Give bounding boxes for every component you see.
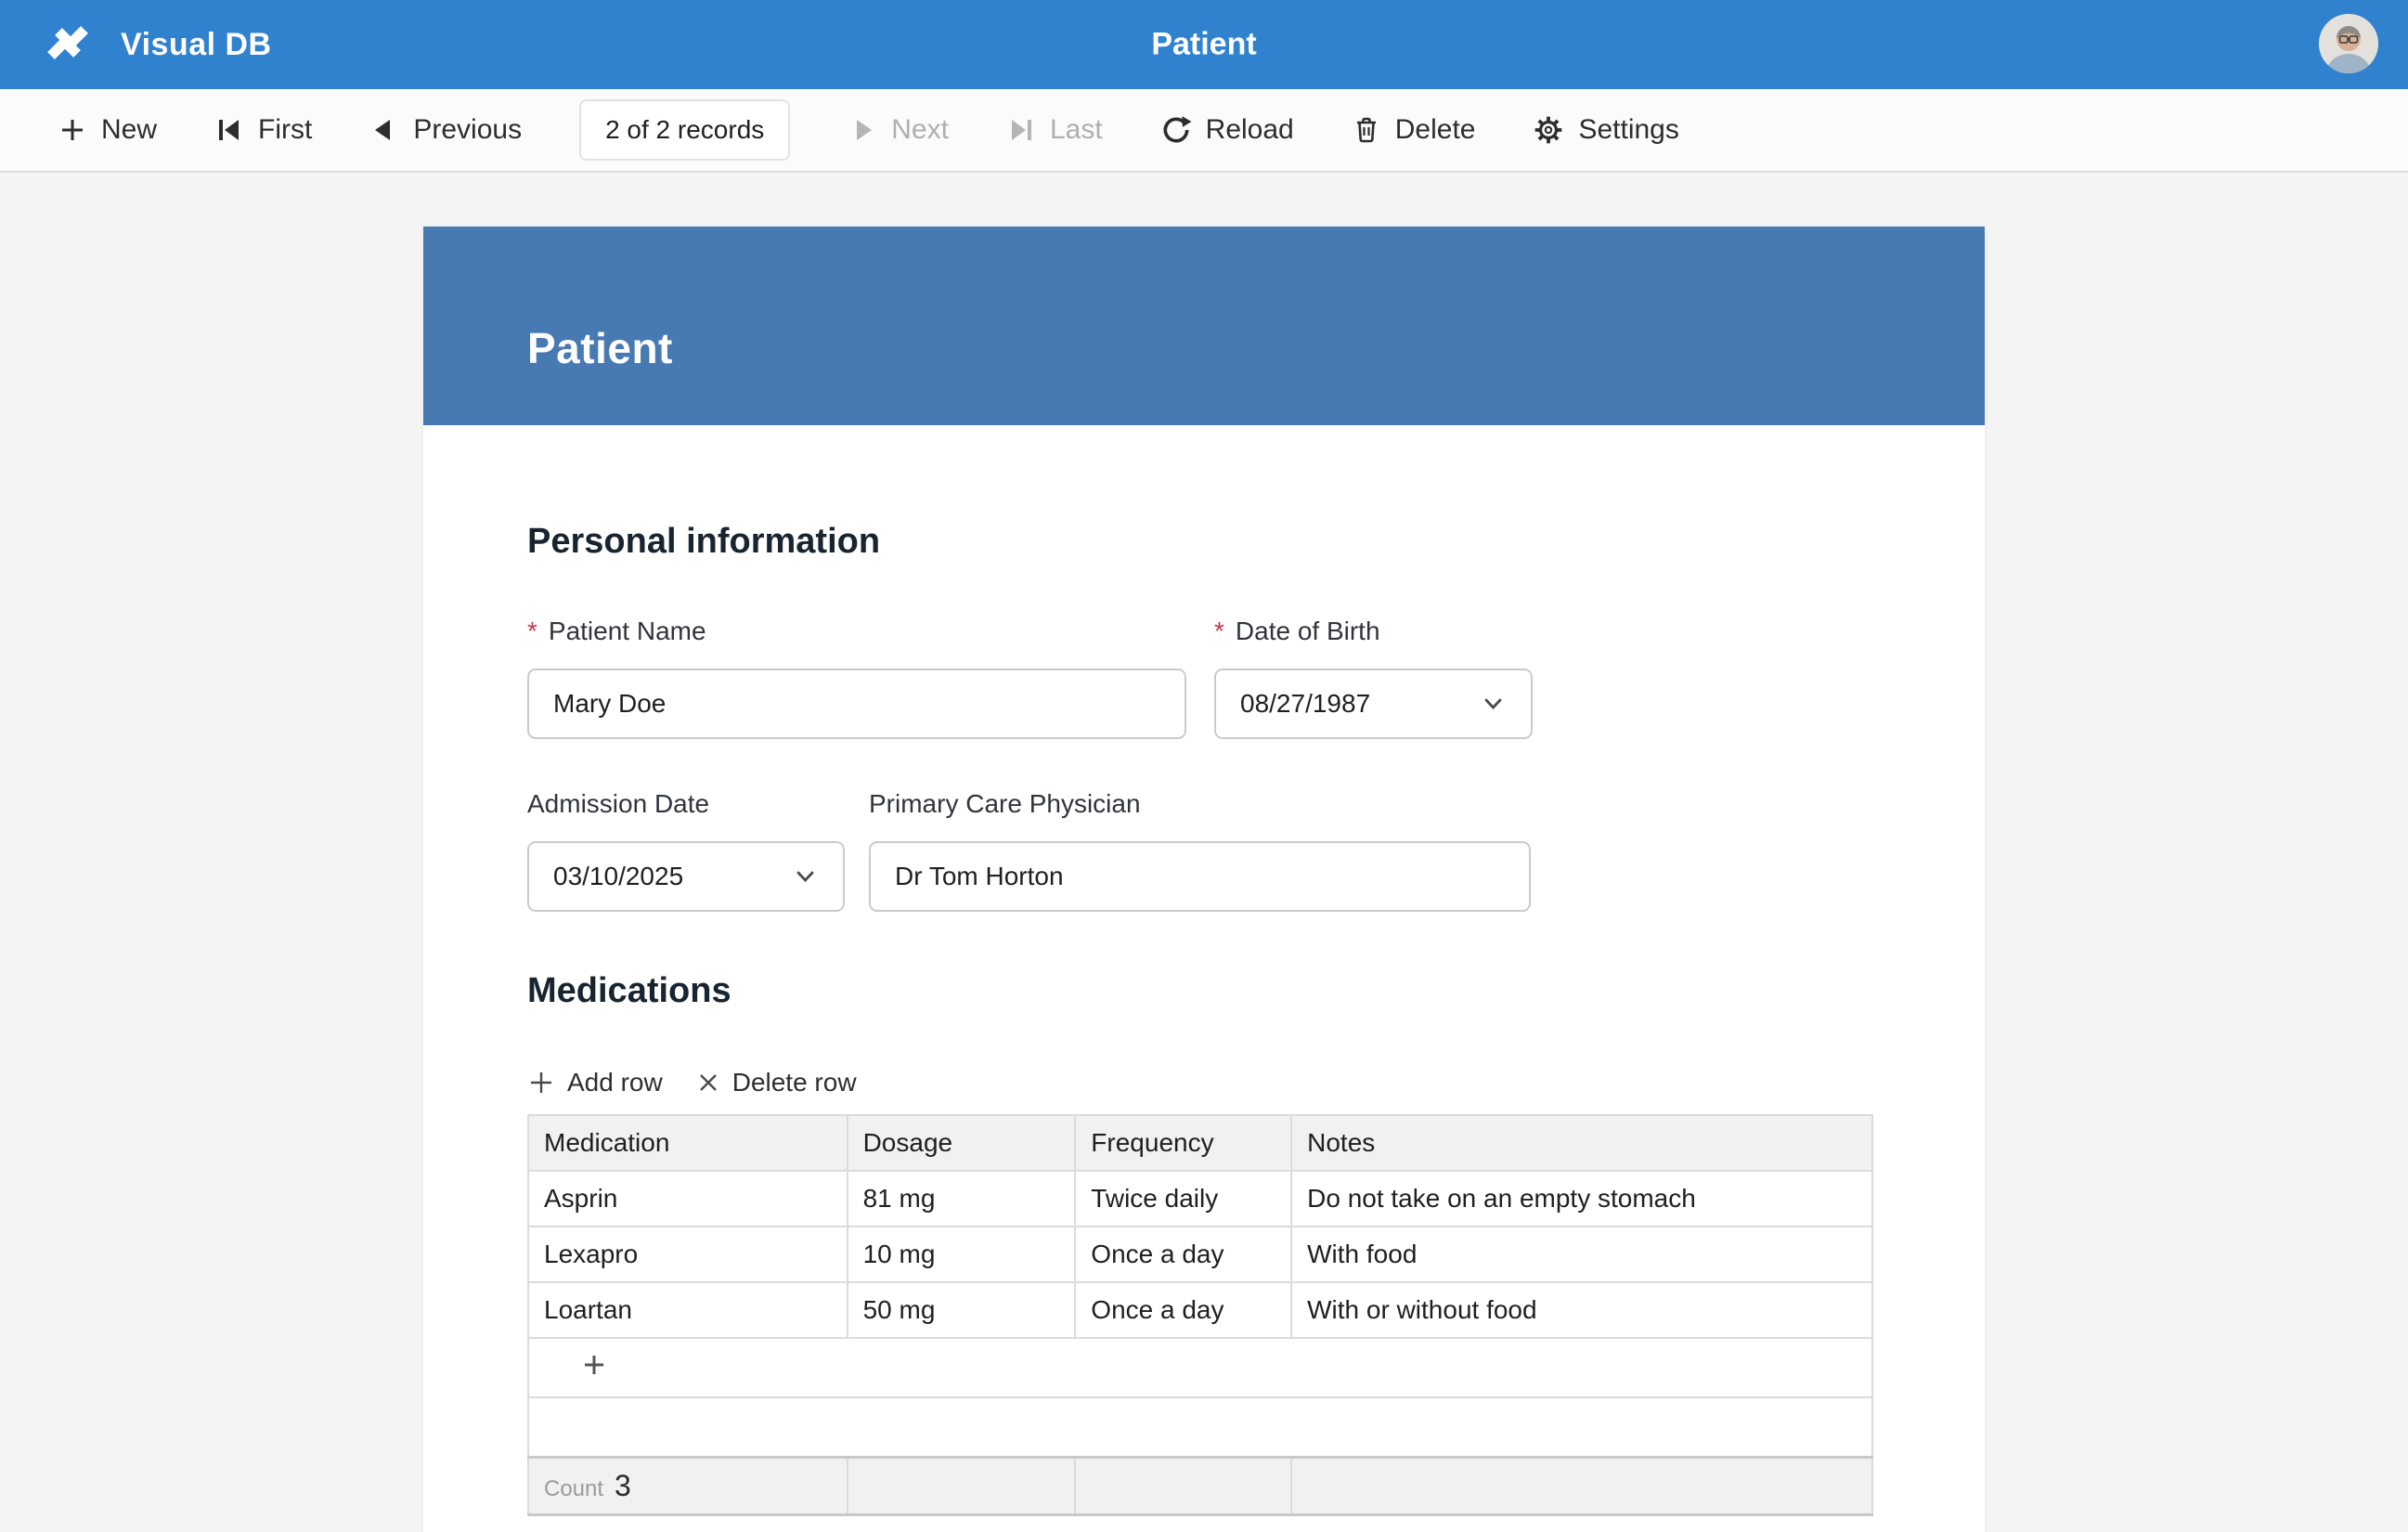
page-title: Patient [1151, 27, 1256, 63]
table-row: Lexapro 10 mg Once a day With food [528, 1227, 1872, 1282]
date-of-birth-label: * Date of Birth [1214, 617, 1533, 646]
chevron-down-icon [791, 863, 819, 890]
reload-icon [1160, 114, 1192, 146]
admission-date-select[interactable]: 03/10/2025 [527, 841, 845, 912]
cell-notes[interactable]: With food [1291, 1227, 1872, 1282]
cell-medication[interactable]: Lexapro [528, 1227, 848, 1282]
form-banner: Patient [423, 227, 1985, 425]
record-position-indicator: 2 of 2 records [579, 99, 790, 161]
cell-frequency[interactable]: Once a day [1075, 1282, 1291, 1338]
app-header: Visual DB Patient [0, 0, 2408, 89]
brand-name: Visual DB [121, 27, 272, 63]
patient-name-field: * Patient Name [527, 617, 1186, 739]
plus-icon [581, 1352, 607, 1378]
admission-date-label: Admission Date [527, 789, 845, 819]
table-summary-row: Count 3 [528, 1457, 1872, 1514]
column-header-notes[interactable]: Notes [1291, 1115, 1872, 1171]
trash-icon [1352, 115, 1381, 145]
personal-information-heading: Personal information [527, 425, 1873, 559]
x-icon [696, 1071, 720, 1095]
cell-notes[interactable]: With or without food [1291, 1282, 1872, 1338]
patient-name-input[interactable] [553, 689, 1160, 719]
column-header-dosage[interactable]: Dosage [848, 1115, 1076, 1171]
add-row-inline [528, 1338, 1872, 1397]
cell-medication[interactable]: Asprin [528, 1171, 848, 1227]
count-cell: Count 3 [528, 1457, 848, 1514]
table-row: Asprin 81 mg Twice daily Do not take on … [528, 1171, 1872, 1227]
new-button[interactable]: New [58, 114, 157, 146]
count-value: 3 [615, 1469, 631, 1502]
required-asterisk: * [1214, 617, 1224, 646]
settings-button[interactable]: Settings [1533, 114, 1678, 146]
first-button[interactable]: First [214, 114, 312, 146]
table-add-row-button[interactable] [581, 1352, 607, 1378]
chevron-down-icon [1479, 690, 1507, 718]
add-row-button[interactable]: Add row [527, 1068, 663, 1097]
patient-form-card: Patient Personal information * Patient N… [423, 227, 1985, 1532]
delete-row-button[interactable]: Delete row [696, 1068, 857, 1097]
cell-dosage[interactable]: 10 mg [848, 1227, 1076, 1282]
physician-field: Primary Care Physician [869, 789, 1531, 912]
visual-db-logo-icon [41, 16, 95, 74]
plus-icon [527, 1069, 555, 1097]
main-content: Patient Personal information * Patient N… [0, 227, 2408, 1532]
physician-input[interactable] [895, 862, 1505, 891]
form-body: Personal information * Patient Name * Da… [423, 425, 1985, 1516]
cell-frequency[interactable]: Once a day [1075, 1227, 1291, 1282]
cell-medication[interactable]: Loartan [528, 1282, 848, 1338]
column-header-frequency[interactable]: Frequency [1075, 1115, 1291, 1171]
record-toolbar: New First Previous 2 of 2 records Next L… [0, 89, 2408, 173]
form-banner-title: Patient [527, 327, 1985, 370]
column-header-medication[interactable]: Medication [528, 1115, 848, 1171]
user-avatar[interactable] [2319, 14, 2378, 73]
skip-first-icon [214, 115, 244, 145]
next-icon [848, 115, 877, 145]
next-button[interactable]: Next [848, 114, 949, 146]
cell-dosage[interactable]: 50 mg [848, 1282, 1076, 1338]
count-label: Count [544, 1476, 603, 1501]
cell-dosage[interactable]: 81 mg [848, 1171, 1076, 1227]
empty-row [528, 1397, 1872, 1457]
brand[interactable]: Visual DB [41, 16, 272, 74]
form-row-1: * Patient Name * Date of Birth 08/27/198… [527, 617, 1873, 739]
required-asterisk: * [527, 617, 537, 646]
patient-name-label: * Patient Name [527, 617, 1186, 646]
cell-notes[interactable]: Do not take on an empty stomach [1291, 1171, 1872, 1227]
cell-frequency[interactable]: Twice daily [1075, 1171, 1291, 1227]
date-of-birth-field: * Date of Birth 08/27/1987 [1214, 617, 1533, 739]
admission-date-field: Admission Date 03/10/2025 [527, 789, 845, 912]
plus-icon [58, 115, 87, 145]
table-row: Loartan 50 mg Once a day With or without… [528, 1282, 1872, 1338]
medications-table: Medication Dosage Frequency Notes Asprin… [527, 1114, 1873, 1516]
table-header-row: Medication Dosage Frequency Notes [528, 1115, 1872, 1171]
physician-label: Primary Care Physician [869, 789, 1531, 819]
gear-icon [1533, 114, 1564, 146]
reload-button[interactable]: Reload [1160, 114, 1294, 146]
medications-heading: Medications [527, 912, 1873, 1008]
form-row-2: Admission Date 03/10/2025 Primary Care P… [527, 789, 1873, 912]
last-button[interactable]: Last [1006, 114, 1103, 146]
skip-last-icon [1006, 115, 1036, 145]
table-actions: Add row Delete row [527, 1068, 1873, 1097]
date-of-birth-select[interactable]: 08/27/1987 [1214, 669, 1533, 739]
previous-button[interactable]: Previous [369, 114, 522, 146]
previous-icon [369, 115, 399, 145]
avatar-icon [2319, 14, 2378, 73]
delete-button[interactable]: Delete [1352, 114, 1476, 146]
